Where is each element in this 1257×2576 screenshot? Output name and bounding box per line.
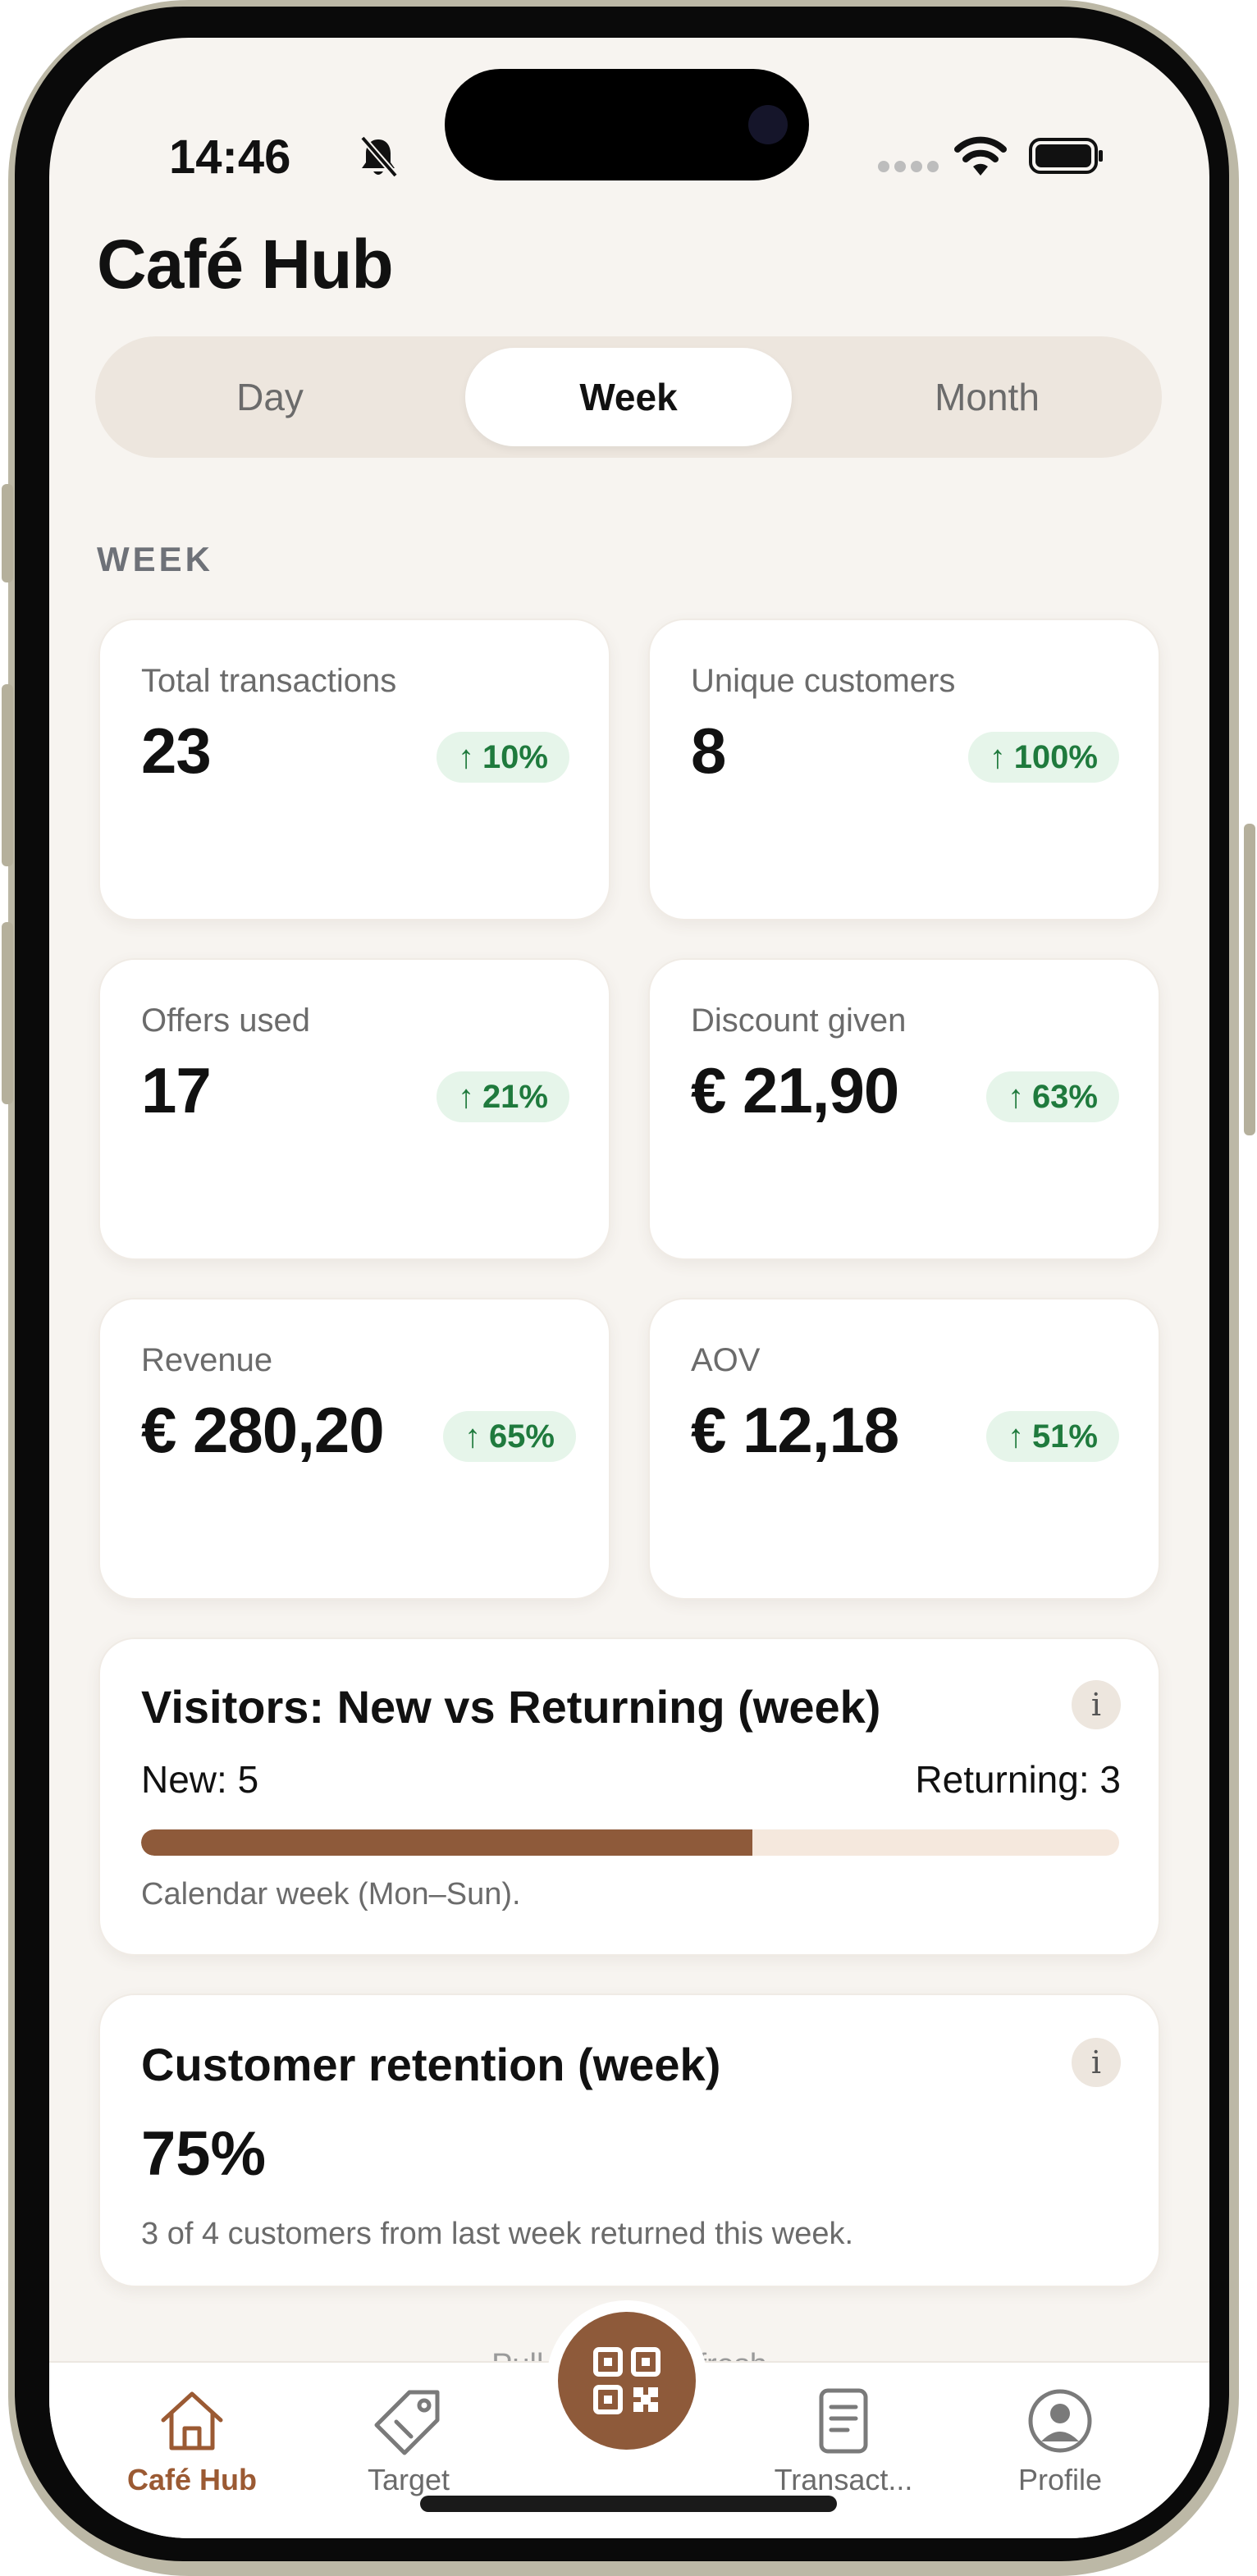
new-visitors-label: New: 5 [141, 1758, 259, 1801]
nav-transactions[interactable]: Transact... [753, 2384, 934, 2497]
change-badge: ↑ 100% [967, 732, 1119, 783]
visitors-note: Calendar week (Mon–Sun). [141, 1877, 521, 1911]
stat-label: Total transactions [141, 663, 397, 699]
tab-month[interactable]: Month [824, 348, 1150, 446]
stat-card-total-transactions: Total transactions 23 ↑ 10% [98, 619, 610, 920]
new-visitors-bar-fill [141, 1829, 752, 1856]
silent-switch [2, 484, 13, 582]
change-value: 10% [482, 739, 548, 775]
nav-label: Profile [1017, 2463, 1103, 2496]
stat-value: 23 [141, 715, 212, 787]
stat-label: Offers used [141, 1003, 311, 1039]
info-icon[interactable]: i [1072, 1680, 1121, 1729]
change-value: 100% [1013, 739, 1098, 775]
nav-cafe-hub[interactable]: Café Hub [102, 2384, 282, 2497]
bell-slash-icon [359, 135, 399, 178]
volume-down-button [2, 922, 13, 1104]
section-label: WEEK [97, 540, 213, 578]
nav-target[interactable]: Target [318, 2384, 499, 2497]
stat-value: 17 [141, 1054, 212, 1126]
status-time: 14:46 [169, 130, 291, 184]
dynamic-island [445, 69, 809, 180]
visitors-card: Visitors: New vs Returning (week) i New:… [98, 1637, 1160, 1956]
volume-up-button [2, 684, 13, 866]
document-icon [819, 2388, 868, 2454]
stat-label: AOV [691, 1342, 761, 1378]
retention-value: 75% [141, 2119, 267, 2189]
stat-label: Unique customers [691, 663, 956, 699]
stat-card-discount-given: Discount given € 21,90 ↑ 63% [648, 958, 1160, 1260]
page-title: Café Hub [97, 226, 394, 303]
arrow-up-icon: ↑ [1007, 1418, 1024, 1455]
change-value: 21% [482, 1079, 548, 1115]
stat-card-offers-used: Offers used 17 ↑ 21% [98, 958, 610, 1260]
change-badge: ↑ 63% [985, 1071, 1119, 1122]
stat-value: 8 [691, 715, 726, 787]
home-icon [161, 2391, 223, 2450]
arrow-up-icon: ↑ [457, 739, 474, 775]
tab-day[interactable]: Day [107, 348, 433, 446]
nav-label: Target [367, 2463, 450, 2496]
change-badge: ↑ 65% [442, 1411, 576, 1462]
returning-visitors-label: Returning: 3 [915, 1758, 1121, 1801]
stat-card-aov: AOV € 12,18 ↑ 51% [648, 1298, 1160, 1600]
arrow-up-icon: ↑ [457, 1079, 474, 1115]
change-value: 65% [488, 1418, 555, 1455]
home-indicator [420, 2496, 837, 2512]
stat-label: Discount given [691, 1003, 907, 1039]
change-value: 51% [1031, 1418, 1098, 1455]
period-segmented-control: Day Week Month [95, 336, 1162, 458]
battery-icon [1029, 138, 1103, 174]
visitors-ratio-bar [141, 1829, 1119, 1856]
stat-value: € 12,18 [691, 1394, 899, 1466]
nav-label: Café Hub [126, 2463, 257, 2496]
retention-title: Customer retention (week) [141, 2039, 721, 2090]
arrow-up-icon: ↑ [464, 1418, 481, 1455]
qr-code-icon [593, 2347, 660, 2414]
profile-icon [1028, 2389, 1092, 2453]
screen: 14:46 Café Hub Day Week Month WEEK Total… [49, 38, 1209, 2538]
signal-dots-icon [878, 161, 944, 176]
nav-label: Transact... [774, 2463, 913, 2496]
visitors-title: Visitors: New vs Returning (week) [141, 1681, 881, 1733]
tag-icon [374, 2390, 440, 2455]
stat-value: € 21,90 [691, 1054, 899, 1126]
change-badge: ↑ 21% [436, 1071, 569, 1122]
stat-label: Revenue [141, 1342, 273, 1378]
arrow-up-icon: ↑ [1007, 1079, 1024, 1115]
stat-value: € 280,20 [141, 1394, 385, 1466]
retention-card: Customer retention (week) i 75% 3 of 4 c… [98, 1994, 1160, 2287]
change-badge: ↑ 10% [436, 732, 569, 783]
change-value: 63% [1031, 1079, 1098, 1115]
power-button [1244, 824, 1255, 1135]
stat-card-unique-customers: Unique customers 8 ↑ 100% [648, 619, 1160, 920]
stat-card-revenue: Revenue € 280,20 ↑ 65% [98, 1298, 610, 1600]
change-badge: ↑ 51% [985, 1411, 1119, 1462]
front-camera [748, 105, 788, 144]
nav-profile[interactable]: Profile [970, 2384, 1150, 2497]
wifi-icon [954, 136, 1007, 176]
retention-note: 3 of 4 customers from last week returned… [141, 2217, 854, 2251]
scan-qr-button[interactable] [558, 2312, 696, 2450]
arrow-up-icon: ↑ [989, 739, 1006, 775]
info-icon[interactable]: i [1072, 2038, 1121, 2087]
tab-week[interactable]: Week [465, 348, 792, 446]
